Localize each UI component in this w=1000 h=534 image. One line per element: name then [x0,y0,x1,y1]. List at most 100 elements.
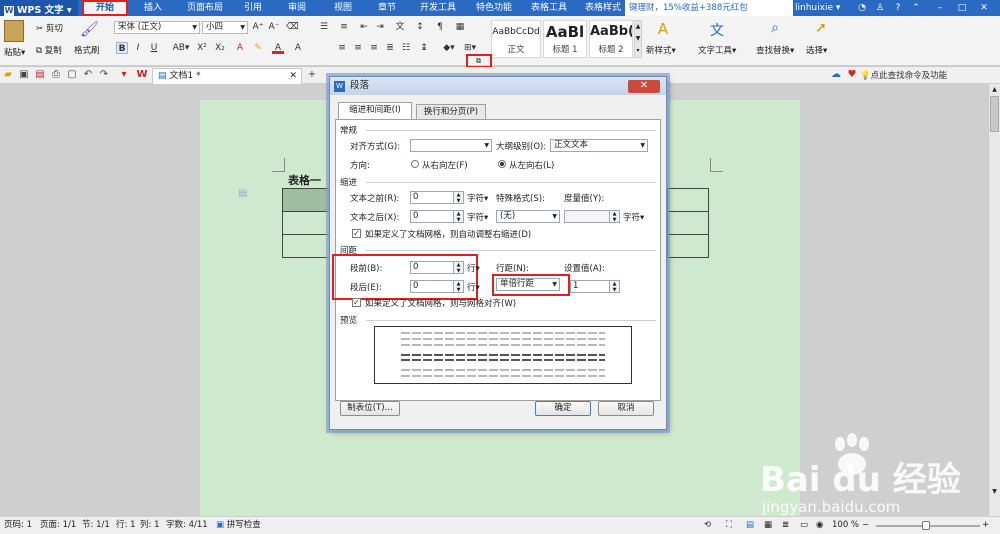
outline-level-select[interactable]: 正文文本 [550,139,648,152]
copy-button[interactable]: ⧉ 复制 [36,44,62,56]
before-text-unit[interactable]: 字符▾ [467,192,488,204]
space-before-input[interactable]: 0 [410,261,454,274]
clear-format-icon[interactable]: ⌫ [286,21,299,33]
text-tools-icon[interactable]: 文 [706,20,728,40]
preview-icon[interactable]: ▢ [66,69,78,81]
scroll-up-icon[interactable]: ▲ [990,86,999,95]
format-painter-button[interactable]: 格式刷 [74,44,100,56]
promo-banner[interactable]: 键理财，15%收益+388元红包 [625,0,793,16]
table-cell[interactable] [282,211,330,235]
text-effect-button[interactable]: A [234,42,246,54]
increase-indent-icon[interactable]: ⇥ [374,21,386,33]
bullet-list-icon[interactable]: ☰ [318,21,330,33]
cursor-icon[interactable]: ➚ [810,20,832,40]
italic-button[interactable]: I [132,42,144,54]
font-color-button[interactable]: A [272,42,284,54]
shirt-icon[interactable]: ♙ [874,2,886,14]
measure-unit[interactable]: 字符▾ [623,211,644,223]
before-unit[interactable]: 行▾ [467,262,480,274]
print-icon[interactable]: ⎙ [50,69,62,81]
heart-icon[interactable]: ♥ [846,69,858,81]
customize-icon[interactable]: ▾ [118,69,130,81]
align-right-icon[interactable]: ≡ [368,42,380,54]
tab-table-style[interactable]: 表格样式 [580,0,626,16]
tab-reference[interactable]: 引用 [238,0,268,16]
table-cell[interactable] [667,188,709,212]
decrease-indent-icon[interactable]: ⇤ [358,21,370,33]
rtl-radio[interactable] [411,160,419,168]
distribute-icon[interactable]: ☷ [400,42,412,54]
after-unit[interactable]: 行▾ [467,281,480,293]
app-menu-button[interactable]: W WPS 文字 ▾ [0,0,78,16]
close-icon[interactable]: ✕ [978,2,990,14]
zoom-in-icon[interactable]: + [982,517,989,534]
spell-check-button[interactable]: ▣ 拼写检查 [216,517,261,534]
text-tools-button[interactable]: 文字工具▾ [698,44,736,56]
bold-button[interactable]: B [116,42,128,54]
tabs-button[interactable]: 制表位(T)... [340,401,400,416]
table-cell[interactable] [282,234,330,258]
align-left-icon[interactable]: ≡ [336,42,348,54]
style-scroll-icon[interactable]: ▲ ▼ ▾ [634,20,642,58]
reading-view-icon[interactable]: ▭ [800,517,808,534]
show-marks-icon[interactable]: ¶ [434,21,446,33]
grid-indent-checkbox[interactable]: ✓ [352,229,361,238]
number-list-icon[interactable]: ≡ [338,21,350,33]
help-icon[interactable]: ? [892,2,904,14]
before-text-input[interactable]: 0 [410,191,454,204]
table-cell[interactable] [667,234,709,258]
border-icon[interactable]: ⊞▾ [460,42,480,54]
after-text-input[interactable]: 0 [410,210,454,223]
sort-icon[interactable]: ↕ [414,21,426,33]
font-size-select[interactable]: 小四 [202,21,248,34]
tab-line-page-break[interactable]: 换行和分页(P) [416,104,486,120]
superscript-button[interactable]: X² [196,42,208,54]
tab-home[interactable]: 开始 [82,0,128,16]
paste-icon[interactable] [4,20,24,42]
cancel-button[interactable]: 取消 [598,401,654,416]
char-border-button[interactable]: A [292,42,304,54]
line-spacing-icon[interactable]: ↨ [418,42,430,54]
spinner-icon[interactable]: ▲ ▼ [610,280,620,293]
align-center-icon[interactable]: ≡ [352,42,364,54]
outline-view-icon[interactable]: ≣ [782,517,789,534]
tab-indent-spacing[interactable]: 缩进和间距(I) [338,102,412,120]
fullscreen-icon[interactable]: ⛶ [726,517,732,534]
tab-features[interactable]: 特色功能 [468,0,520,16]
shrink-font-icon[interactable]: A⁻ [268,21,280,33]
chinese-layout-icon[interactable]: 文 [394,21,406,33]
find-icon[interactable]: ⌕ [764,20,786,40]
tab-table-tools[interactable]: 表格工具 [526,0,572,16]
spinner-icon[interactable]: ▲ ▼ [454,280,464,293]
highlight-button[interactable]: ✎ [252,42,264,54]
find-replace-button[interactable]: 查找替换▾ [756,44,794,56]
tab-insert[interactable]: 插入 [135,0,171,16]
select-button[interactable]: 选择▾ [806,44,827,56]
page-view-icon[interactable]: ▤ [746,517,754,534]
tab-developer[interactable]: 开发工具 [414,0,462,16]
justify-icon[interactable]: ≣ [384,42,396,54]
zoom-level[interactable]: 100 % [832,517,859,534]
save-icon[interactable]: ▣ [18,69,30,81]
tab-section[interactable]: 章节 [372,0,402,16]
tab-page-layout[interactable]: 页面布局 [180,0,230,16]
paragraph-launcher-highlight[interactable]: ⧉ [466,54,492,68]
ok-button[interactable]: 确定 [535,401,591,416]
eye-icon[interactable]: ◉ [816,517,823,534]
style-heading-2[interactable]: AaBb( 标题 2 [589,20,633,58]
alignment-select[interactable] [410,139,492,152]
table-cell[interactable] [667,211,709,235]
table-icon[interactable]: ▦ [454,21,466,33]
dialog-close-button[interactable]: ✕ [628,80,660,93]
dialog-title-bar[interactable]: W 段落 ✕ [330,77,666,95]
chevron-up-icon[interactable]: ⌃ [910,2,922,14]
format-painter-icon[interactable]: 🖌 [80,20,99,40]
cloud-icon[interactable]: ☁ [830,69,842,81]
shading-icon[interactable]: ◆▾ [440,42,458,54]
zoom-out-icon[interactable]: − [862,517,869,534]
underline-button[interactable]: U [148,42,160,54]
new-tab-icon[interactable]: + [306,69,318,81]
spinner-icon[interactable]: ▲ ▼ [454,191,464,204]
style-normal[interactable]: AaBbCcDd 正文 [491,20,541,58]
web-view-icon[interactable]: ▦ [764,517,772,534]
